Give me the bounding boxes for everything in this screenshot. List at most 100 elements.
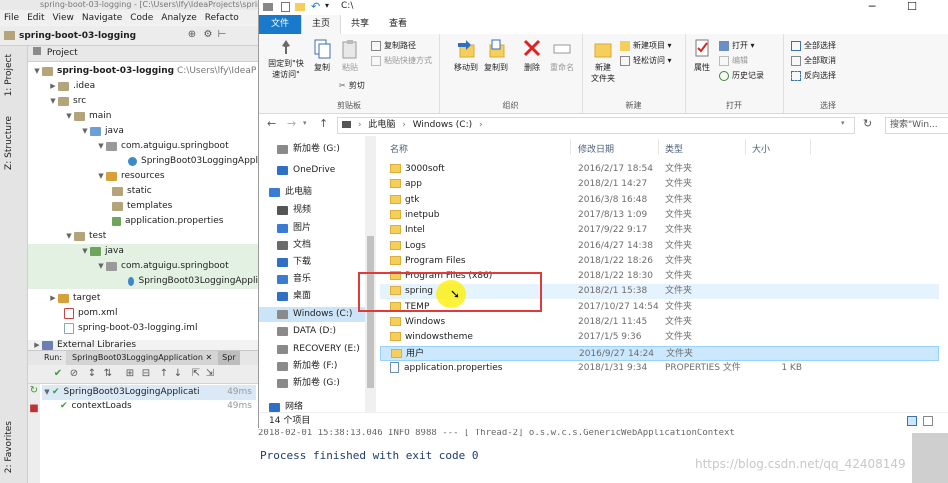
tree-item-static[interactable]: static [112,184,152,199]
chevron-right-icon[interactable]: ▶ [48,79,58,94]
column-modified[interactable]: 修改日期 [578,142,614,155]
cut-button[interactable]: ✂ 剪切 [339,79,365,92]
chevron-down-icon[interactable]: ▼ [96,139,106,154]
collapse-all-icon[interactable]: ⊟ [140,368,152,380]
file-row[interactable]: 用户 2016/9/27 14:24 文件夹 [380,345,939,361]
tree-item-app-props[interactable]: application.properties [112,214,223,229]
tree-item-test-java[interactable]: ▼ java [28,244,258,259]
chevron-down-icon[interactable]: ▼ [80,124,90,139]
edit-button[interactable]: 编辑 [719,54,748,67]
maximize-button[interactable]: ☐ [897,0,927,15]
column-divider[interactable] [658,139,659,155]
column-divider[interactable] [810,139,811,155]
run-tab-second[interactable]: Spr [218,351,240,365]
details-view-icon[interactable] [907,416,917,426]
file-row[interactable]: application.properties 2018/1/31 9:34 PROP… [388,361,804,376]
chevron-down-icon[interactable]: ▼ [64,229,74,244]
nav-item[interactable]: 文档 [259,238,369,253]
nav-item[interactable]: RECOVERY (E:) [259,342,369,357]
tree-item-main-class[interactable]: SpringBoot03LoggingAppli [128,154,258,169]
menu-view[interactable]: View [49,13,78,23]
copy-button[interactable]: 复制 [309,38,335,73]
console-output[interactable]: 2018-02-01 15:38:13.046 INFO 8988 --- [ … [258,428,948,483]
import-icon[interactable]: ⇲ [204,368,216,380]
paste-button[interactable]: 粘贴 [337,38,363,73]
nav-item[interactable]: 音乐 [259,272,369,287]
menu-analyze[interactable]: Analyze [157,13,200,23]
tree-item-java[interactable]: ▼ java [80,124,124,139]
paste-shortcut-button[interactable]: 粘贴快捷方式 [371,54,432,67]
nav-item[interactable]: 网络 [259,400,369,412]
nav-item[interactable]: 图片 [259,221,369,236]
chevron-down-icon[interactable]: ▼ [32,64,42,79]
copy-path-button[interactable]: 复制路径 [371,39,416,52]
sort-icon[interactable]: ↕ [86,368,98,380]
new-folder-button[interactable]: 新建 文件夹 [588,38,618,84]
delete-button[interactable]: 删除 [519,38,545,73]
nav-item[interactable]: 桌面 [259,289,369,304]
structure-tool-tab[interactable]: Z: Structure [4,116,14,170]
forward-arrow-icon[interactable]: → [287,117,296,130]
copy-to-button[interactable]: 复制到 [481,38,511,73]
address-bar[interactable]: › 此电脑 › Windows (C:) › [337,117,855,134]
new-item-button[interactable]: 新建项目 ▾ [620,39,672,52]
navigation-scroll-thumb[interactable] [367,236,374,388]
passed-filter-icon[interactable]: ✔ [52,368,64,380]
chevron-down-icon[interactable]: ▼ [42,385,52,400]
chevron-down-icon[interactable]: ▼ [48,94,58,109]
file-row[interactable]: Intel 2017/9/22 9:17 文件夹 [388,223,804,238]
tree-item-pom[interactable]: pom.xml [64,306,117,321]
earth-icon[interactable]: ⊕ [186,29,198,41]
properties-button[interactable]: 属性 [689,38,715,73]
breadcrumb-drive[interactable]: Windows (C:) [413,120,472,130]
nav-item[interactable]: 视频 [259,203,369,218]
menu-file[interactable]: File [0,13,23,23]
nav-item[interactable]: OneDrive [259,163,369,178]
search-box[interactable]: 搜索"Win... [885,117,948,134]
file-row[interactable]: gtk 2016/3/8 16:48 文件夹 [388,193,804,208]
down-arrow-icon[interactable]: ↓ [172,368,184,380]
tab-share[interactable]: 共享 [341,15,379,34]
settings-icon[interactable]: ⚙ [202,29,214,41]
tree-item-templates[interactable]: templates [112,199,172,214]
column-divider[interactable] [745,139,746,155]
nav-item[interactable]: 下载 [259,255,369,270]
nav-item[interactable]: 新加卷 (G:) [259,142,369,157]
up-arrow-icon[interactable]: ↑ [319,117,328,130]
large-icons-view-icon[interactable] [923,416,933,426]
move-to-button[interactable]: 移动到 [451,38,481,73]
undo-icon[interactable]: ↶ [311,0,320,13]
export-icon[interactable]: ⇱ [190,368,202,380]
refresh-icon[interactable]: ↻ [863,117,872,130]
file-row[interactable]: inetpub 2017/8/13 1:09 文件夹 [388,208,804,223]
favorites-tool-tab[interactable]: 2: Favorites [4,421,14,473]
back-arrow-icon[interactable]: ← [267,117,276,130]
tree-item-resources[interactable]: ▼ resources [96,169,165,184]
recent-chevron-icon[interactable]: ▾ [303,119,307,127]
stop-icon[interactable]: ■ [28,403,40,415]
column-divider[interactable] [570,139,571,155]
tree-item-main[interactable]: ▼ main [64,109,112,124]
tree-item-target[interactable]: ▶ target [48,291,100,306]
easy-access-button[interactable]: 轻松访问 ▾ [620,54,672,67]
open-button[interactable]: 打开 ▾ [719,39,755,52]
tab-home[interactable]: 主页 [301,15,342,34]
file-row[interactable]: Program Files 2018/1/22 18:26 文件夹 [388,254,804,269]
expand-all-icon[interactable]: ⊞ [124,368,136,380]
tree-item-package[interactable]: ▼ com.atguigu.springboot [96,139,229,154]
pin-quick-access-button[interactable]: 固定到"快 速访问" [263,38,309,80]
file-row[interactable]: Windows 2018/2/1 11:45 文件夹 [388,315,804,330]
nav-item[interactable]: 新加卷 (G:) [259,376,369,391]
minimize-button[interactable]: ─ [857,0,887,15]
sort-duration-icon[interactable]: ⇅ [102,368,114,380]
column-type[interactable]: 类型 [665,142,683,155]
breadcrumb-separator-icon[interactable]: › [358,120,362,130]
file-row[interactable]: Logs 2016/4/27 14:38 文件夹 [388,239,804,254]
file-row[interactable]: 3000soft 2016/2/17 18:54 文件夹 [388,162,804,177]
rename-button[interactable]: 重命名 [545,38,579,73]
nav-item[interactable]: 新加卷 (F:) [259,359,369,374]
tree-item-test[interactable]: ▼ test [64,229,106,244]
up-arrow-icon[interactable]: ↑ [158,368,170,380]
file-row[interactable]: app 2018/2/1 14:27 文件夹 [388,177,804,192]
nav-item[interactable]: DATA (D:) [259,324,369,339]
